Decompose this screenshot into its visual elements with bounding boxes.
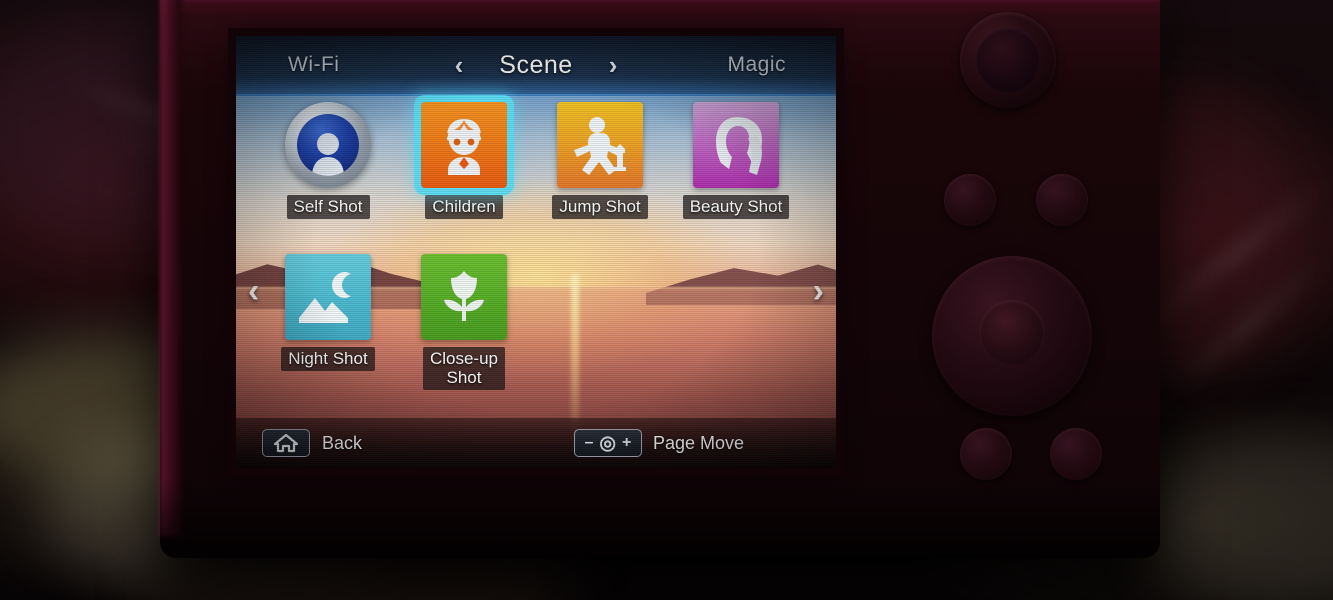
zoom-lever-icon[interactable]: – ◎ + <box>573 429 642 457</box>
scene-mode-children[interactable]: Children <box>398 102 530 220</box>
home-icon[interactable] <box>262 429 310 457</box>
self-shot-icon-inner <box>297 114 359 176</box>
prev-mode-arrow-icon[interactable]: ‹ <box>455 52 464 78</box>
camera-left-edge <box>160 0 182 536</box>
camera-button-bottom-left[interactable] <box>960 428 1012 480</box>
moon-and-mountains-icon <box>299 272 351 323</box>
ok-button[interactable] <box>979 300 1045 366</box>
camera-body: Wi-Fi ‹ Scene › Magic Self Shot Children… <box>160 0 1160 558</box>
mode-dial[interactable] <box>960 12 1056 108</box>
back-hint-group[interactable]: Back <box>262 429 362 457</box>
scene-mode-label: Night Shot <box>281 347 375 372</box>
jump-shot-icon[interactable] <box>557 102 643 188</box>
tulip-icon <box>444 271 484 321</box>
night-shot-icon[interactable] <box>285 254 371 340</box>
camera-top-edge <box>160 0 1160 2</box>
close-up-shot-icon[interactable] <box>421 254 507 340</box>
self-shot-icon[interactable] <box>285 102 371 188</box>
beauty-shot-icon[interactable] <box>693 102 779 188</box>
prev-page-arrow-icon[interactable]: ‹ <box>248 274 259 308</box>
camera-button-top-left[interactable] <box>944 174 996 226</box>
scene-mode-night-shot[interactable]: Night Shot <box>262 254 394 372</box>
next-page-arrow-icon[interactable]: › <box>813 274 824 308</box>
scene-mode-label: Jump Shot <box>552 195 648 220</box>
scene-mode-label: Children <box>425 195 503 220</box>
person-silhouette-icon <box>312 133 344 176</box>
camera-button-bottom-right[interactable] <box>1050 428 1102 480</box>
navigation-wheel[interactable] <box>932 256 1092 416</box>
lcd-screen: Wi-Fi ‹ Scene › Magic Self Shot Children… <box>236 36 836 468</box>
page-move-label: Page Move <box>652 432 744 453</box>
tab-wifi[interactable]: Wi-Fi <box>288 53 339 77</box>
scene-mode-label: Self Shot <box>286 195 370 220</box>
page-title: Scene <box>499 50 573 79</box>
screenshot-root: Wi-Fi ‹ Scene › Magic Self Shot Children… <box>0 0 1333 600</box>
child-face-icon <box>447 119 481 175</box>
scene-mode-jump-shot[interactable]: Jump Shot <box>534 102 666 220</box>
house-glyph-icon <box>273 433 299 453</box>
camera-button-top-right[interactable] <box>1036 174 1088 226</box>
scene-mode-label: Close-up Shot <box>422 347 506 391</box>
next-mode-arrow-icon[interactable]: › <box>609 52 618 78</box>
tab-magic[interactable]: Magic <box>727 53 786 77</box>
zoom-in-glyph: + <box>622 434 632 451</box>
back-label: Back <box>322 432 363 453</box>
mode-dial-inner[interactable] <box>976 28 1040 92</box>
scene-mode-label: Beauty Shot <box>682 195 790 220</box>
scene-mode-close-up-shot[interactable]: Close-up Shot <box>398 254 530 391</box>
zoom-center-glyph: ◎ <box>599 432 617 454</box>
zoom-out-glyph: – <box>584 434 594 451</box>
jumping-person-icon <box>574 117 626 175</box>
mode-title-group: ‹ Scene › <box>455 51 618 80</box>
page-move-hint-group[interactable]: – ◎ + Page Move <box>573 429 744 457</box>
scene-mode-self-shot[interactable]: Self Shot <box>262 102 394 220</box>
children-icon[interactable] <box>421 102 507 188</box>
mode-topbar: Wi-Fi ‹ Scene › Magic <box>236 36 836 96</box>
scene-mode-beauty-shot[interactable]: Beauty Shot <box>670 102 802 220</box>
bottom-hint-bar: Back – ◎ + Page Move <box>236 418 836 468</box>
scene-mode-grid: Self Shot Children Jump Shot Beauty Shot… <box>236 98 836 404</box>
camera-bottom-shadow <box>160 478 1160 558</box>
woman-profile-icon <box>716 117 762 175</box>
